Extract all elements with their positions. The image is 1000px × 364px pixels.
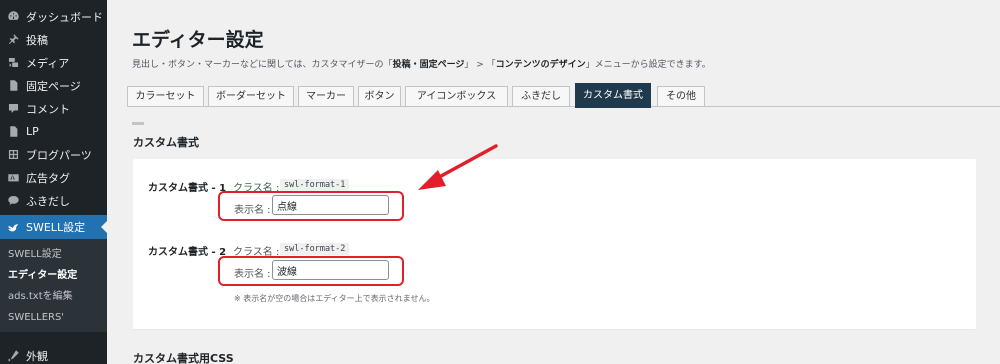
tab-color-set[interactable]: カラーセット bbox=[127, 86, 204, 107]
settings-tabs: カラーセット ボーダーセット マーカー ボタン アイコンボックス ふきだし カス… bbox=[127, 83, 1000, 108]
tab-icon-box[interactable]: アイコンボックス bbox=[405, 86, 508, 107]
page-description: 見出し・ボタン・マーカーなどに関しては、カスタマイザーの「投稿・固定ページ」 >… bbox=[132, 60, 711, 70]
submenu-item-swellers[interactable]: SWELLERS' bbox=[0, 307, 107, 328]
sidebar-item-blog-parts[interactable]: ブログパーツ bbox=[0, 143, 107, 166]
sidebar-item-label: SWELL設定 bbox=[26, 221, 86, 234]
comment-icon bbox=[6, 102, 20, 116]
tab-speech-bubble[interactable]: ふきだし bbox=[512, 86, 570, 107]
sidebar-item-posts[interactable]: 投稿 bbox=[0, 28, 107, 51]
page-title: エディター設定 bbox=[132, 29, 264, 51]
sidebar-item-media[interactable]: メディア bbox=[0, 51, 107, 74]
tab-border-set[interactable]: ボーダーセット bbox=[208, 86, 294, 107]
submenu-item-editor-settings[interactable]: エディター設定 bbox=[0, 265, 107, 286]
sidebar-item-comments[interactable]: コメント bbox=[0, 97, 107, 120]
custom-format-2-label: カスタム書式 - 2 bbox=[148, 247, 227, 258]
sidebar-submenu: SWELL設定 エディター設定 ads.txtを編集 SWELLERS' bbox=[0, 239, 107, 332]
tab-other[interactable]: その他 bbox=[657, 86, 705, 107]
swell-bird-icon bbox=[6, 220, 20, 234]
sidebar-item-speech-bubbles[interactable]: ふきだし bbox=[0, 189, 107, 212]
tab-marker[interactable]: マーカー bbox=[298, 86, 354, 107]
highlight-box bbox=[218, 256, 404, 286]
main-content: エディター設定 見出し・ボタン・マーカーなどに関しては、カスタマイザーの「投稿・… bbox=[107, 0, 1000, 364]
custom-format-card: カスタム書式 - 1 クラス名 : swl-format-1 表示名 : カスタ… bbox=[133, 159, 976, 329]
section-title-custom-format-css: カスタム書式用CSS bbox=[133, 352, 234, 364]
sidebar-item-label: LP bbox=[26, 125, 39, 138]
sidebar-item-label: メディア bbox=[26, 56, 70, 70]
page-icon bbox=[6, 79, 20, 93]
class-name-code: swl-format-1 bbox=[280, 179, 350, 191]
class-name-code: swl-format-2 bbox=[280, 243, 350, 255]
sidebar-item-label: 外観 bbox=[26, 349, 48, 363]
sidebar-item-label: 投稿 bbox=[26, 33, 48, 47]
speech-bubble-icon bbox=[6, 194, 20, 208]
tab-custom-format[interactable]: カスタム書式 bbox=[575, 83, 651, 108]
sidebar-item-lp[interactable]: LP bbox=[0, 120, 107, 143]
submenu-item-swell-settings[interactable]: SWELL設定 bbox=[0, 244, 107, 265]
sidebar-item-label: ブログパーツ bbox=[26, 148, 92, 162]
page-icon bbox=[6, 125, 20, 139]
media-icon bbox=[6, 56, 20, 70]
sidebar-item-label: コメント bbox=[26, 102, 70, 116]
admin-sidebar: ダッシュボード 投稿 メディア 固定ページ コメント LP ブログパーツ 広告タ… bbox=[0, 0, 107, 364]
sidebar-item-label: 広告タグ bbox=[26, 171, 70, 185]
blog-parts-icon bbox=[6, 148, 20, 162]
submenu-item-ads-txt[interactable]: ads.txtを編集 bbox=[0, 286, 107, 307]
sidebar-item-label: ふきだし bbox=[26, 194, 70, 208]
sidebar-item-appearance[interactable]: 外観 bbox=[0, 344, 107, 364]
sidebar-item-ad-tags[interactable]: 広告タグ bbox=[0, 166, 107, 189]
tab-button[interactable]: ボタン bbox=[358, 86, 401, 107]
sidebar-item-swell-settings[interactable]: SWELL設定 bbox=[0, 215, 107, 239]
custom-format-1-label: カスタム書式 - 1 bbox=[148, 183, 227, 194]
sidebar-item-pages[interactable]: 固定ページ bbox=[0, 74, 107, 97]
highlight-box bbox=[218, 191, 404, 221]
appearance-icon bbox=[6, 349, 20, 363]
sidebar-item-label: ダッシュボード bbox=[26, 10, 103, 24]
ad-tag-icon bbox=[6, 171, 20, 185]
sidebar-item-dashboard[interactable]: ダッシュボード bbox=[0, 5, 107, 28]
pin-icon bbox=[6, 33, 20, 47]
dashboard-icon bbox=[6, 10, 20, 24]
section-title-custom-format: カスタム書式 bbox=[132, 122, 199, 149]
sidebar-item-label: 固定ページ bbox=[26, 79, 81, 93]
empty-name-note: ※ 表示名が空の場合はエディター上で表示されません。 bbox=[234, 294, 435, 303]
